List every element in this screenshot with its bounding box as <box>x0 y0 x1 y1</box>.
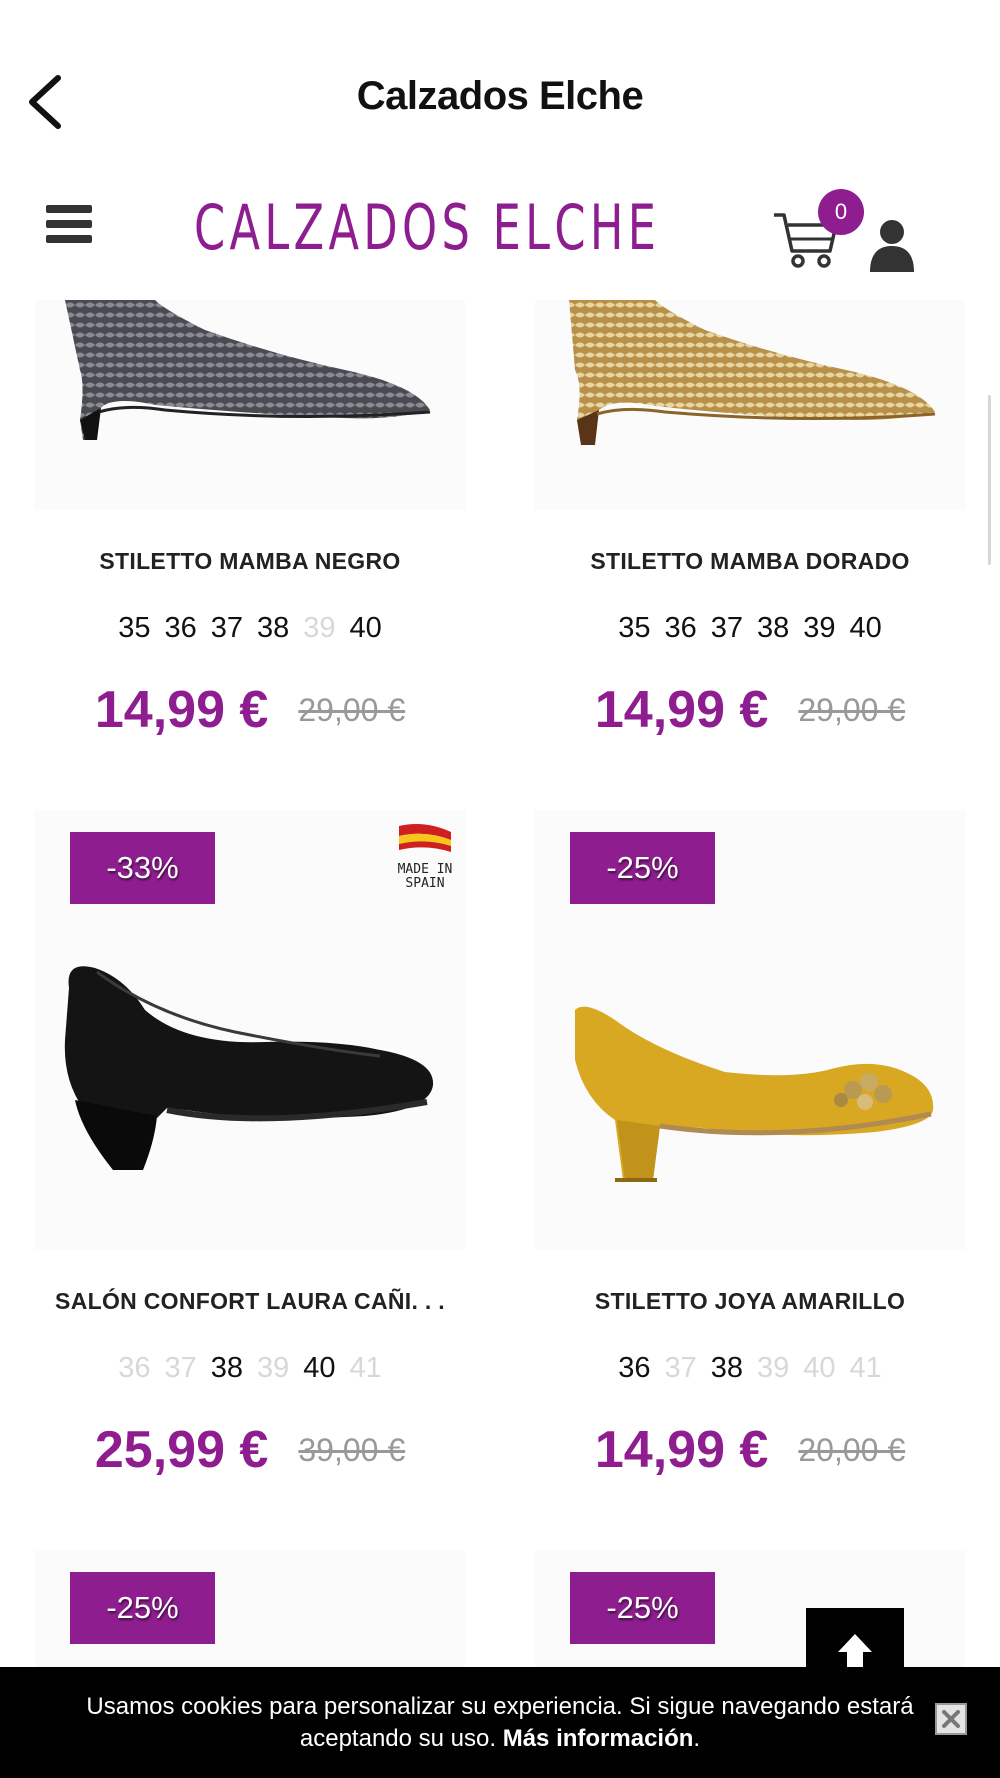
discount-badge: -33% <box>70 832 215 904</box>
original-price: 29,00 € <box>798 691 906 728</box>
size-option[interactable]: 38 <box>711 1352 743 1385</box>
size-option-unavailable: 36 <box>118 1352 151 1384</box>
size-option[interactable]: 38 <box>257 612 289 645</box>
cart-count-badge: 0 <box>818 189 864 235</box>
product-card[interactable]: STILETTO MAMBA DORADO 35 36 37 38 39 40 14,99… <box>535 300 965 760</box>
sale-price: 14,99 € <box>94 681 269 739</box>
size-option-unavailable: 41 <box>849 1352 882 1384</box>
size-option[interactable]: 39 <box>803 612 835 645</box>
price-row: 14,99 € 29,00 € <box>35 680 465 740</box>
size-option-unavailable: 40 <box>803 1352 836 1384</box>
size-option[interactable]: 36 <box>164 612 196 645</box>
app-title: Calzados Elche <box>356 74 644 118</box>
made-in-spain-label: MADE IN SPAIN <box>397 862 453 891</box>
size-list: 35 36 37 38 39 40 <box>535 612 965 645</box>
original-price: 39,00 € <box>298 1431 406 1468</box>
size-option-unavailable: 39 <box>303 612 336 644</box>
hamburger-icon <box>46 205 92 243</box>
size-option[interactable]: 38 <box>211 1352 243 1385</box>
close-icon <box>942 1710 960 1728</box>
sale-price: 14,99 € <box>594 681 769 739</box>
size-option[interactable]: 35 <box>618 612 650 645</box>
size-list: 35 36 37 38 39 40 <box>35 612 465 645</box>
scrollbar[interactable] <box>988 395 991 565</box>
size-option[interactable]: 40 <box>850 612 882 645</box>
size-option[interactable]: 35 <box>118 612 150 645</box>
size-option-unavailable: 37 <box>164 1352 197 1384</box>
store-logo[interactable]: CALZADOS ELCHE <box>194 191 660 264</box>
size-option[interactable]: 36 <box>618 1352 650 1385</box>
product-name[interactable]: SALÓN CONFORT LAURA CAÑI. . . <box>35 1288 465 1315</box>
size-option-unavailable: 41 <box>349 1352 382 1384</box>
size-option[interactable]: 37 <box>711 612 743 645</box>
app-bar: Calzados Elche <box>0 0 1000 175</box>
size-option[interactable]: 36 <box>664 612 696 645</box>
discount-badge: -25% <box>570 832 715 904</box>
cookie-text-end: . <box>693 1725 701 1752</box>
size-option-unavailable: 39 <box>757 1352 790 1384</box>
size-option-unavailable: 37 <box>664 1352 697 1384</box>
cookie-close-button[interactable] <box>935 1703 967 1735</box>
snake-pump-black-image <box>65 300 431 440</box>
size-list: 36 37 38 39 40 41 <box>535 1352 965 1385</box>
cookie-banner: Usamos cookies para personalizar su expe… <box>0 1667 1000 1778</box>
size-option[interactable]: 38 <box>757 612 789 645</box>
price-row: 25,99 € 39,00 € <box>35 1420 465 1480</box>
made-in-spain-badge: MADE IN SPAIN <box>397 822 453 898</box>
product-card[interactable]: -25% <box>35 1550 465 1670</box>
user-icon <box>870 220 914 272</box>
more-info-link[interactable]: Más información <box>503 1725 694 1752</box>
product-name[interactable]: STILETTO MAMBA NEGRO <box>35 548 465 575</box>
price-row: 14,99 € 20,00 € <box>535 1420 965 1480</box>
product-image[interactable] <box>35 300 465 510</box>
product-card[interactable]: -25% STILETTO JOYA AMARILLO 36 37 38 39 40 41… <box>535 810 965 1510</box>
size-option[interactable]: 40 <box>350 612 382 645</box>
product-name[interactable]: STILETTO MAMBA DORADO <box>535 548 965 575</box>
price-row: 14,99 € 29,00 € <box>535 680 965 740</box>
snake-pump-gold-image <box>569 300 936 445</box>
discount-badge: -25% <box>70 1572 215 1644</box>
size-list: 36 37 38 39 40 41 <box>35 1352 465 1385</box>
menu-button[interactable] <box>46 205 92 245</box>
original-price: 29,00 € <box>298 691 406 728</box>
size-option[interactable]: 37 <box>211 612 243 645</box>
discount-badge: -25% <box>570 1572 715 1644</box>
cookie-text: Usamos cookies para personalizar su expe… <box>86 1693 914 1752</box>
sale-price: 14,99 € <box>594 1421 769 1479</box>
product-card[interactable]: -33% MADE IN SPAIN SALÓN CONFORT LAURA C… <box>35 810 465 1510</box>
product-card[interactable]: STILETTO MAMBA NEGRO 35 36 37 38 39 40 14,99 … <box>35 300 465 760</box>
spain-flag-icon <box>399 824 451 852</box>
cookie-message: Usamos cookies para personalizar su expe… <box>70 1691 930 1755</box>
product-image[interactable] <box>535 300 965 510</box>
product-name[interactable]: STILETTO JOYA AMARILLO <box>535 1288 965 1315</box>
size-option-unavailable: 39 <box>257 1352 290 1384</box>
account-button[interactable] <box>868 218 916 272</box>
page: Calzados Elche CALZADOS ELCHE 0 STILETTO… <box>0 0 1000 1778</box>
original-price: 20,00 € <box>798 1431 906 1468</box>
size-option[interactable]: 40 <box>303 1352 335 1385</box>
sale-price: 25,99 € <box>94 1421 269 1479</box>
